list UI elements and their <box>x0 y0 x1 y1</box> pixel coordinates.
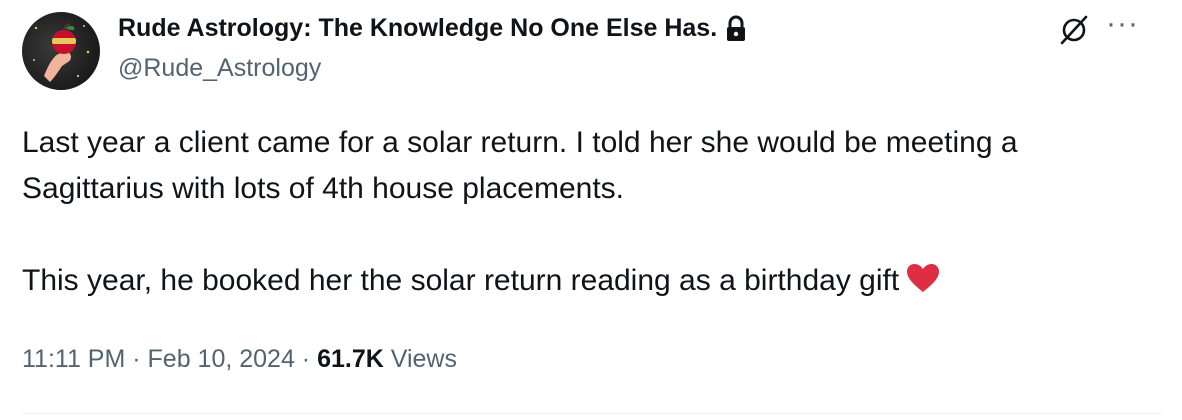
more-options-button[interactable]: ··· <box>1106 9 1146 44</box>
views-label[interactable]: Views <box>384 345 457 373</box>
avatar[interactable] <box>22 12 100 90</box>
display-name-row[interactable]: Rude Astrology: The Knowledge No One Els… <box>118 14 747 43</box>
meta-separator: · <box>294 345 318 373</box>
grok-icon[interactable] <box>1058 14 1090 46</box>
account-handle[interactable]: @Rude_Astrology <box>118 54 321 83</box>
hand-holding-apple-avatar-icon <box>33 23 90 82</box>
post-metadata: 11:11 PM · Feb 10, 2024 · 61.7K Views <box>22 345 457 374</box>
post-time[interactable]: 11:11 PM <box>22 345 125 373</box>
views-count[interactable]: 61.7K <box>317 345 384 373</box>
red-heart-icon <box>905 262 941 294</box>
display-name[interactable]: Rude Astrology: The Knowledge No One Els… <box>118 14 717 43</box>
post-paragraph-2: This year, he booked her the solar retur… <box>22 258 1162 304</box>
post-paragraph-1: Last year a client came for a solar retu… <box>22 126 1018 205</box>
post-text: Last year a client came for a solar retu… <box>22 120 1162 304</box>
post-paragraph-2-text: This year, he booked her the solar retur… <box>22 264 900 297</box>
divider <box>22 413 1162 414</box>
lock-icon <box>725 15 747 43</box>
meta-separator: · <box>125 345 148 373</box>
post-date[interactable]: Feb 10, 2024 <box>148 345 295 373</box>
